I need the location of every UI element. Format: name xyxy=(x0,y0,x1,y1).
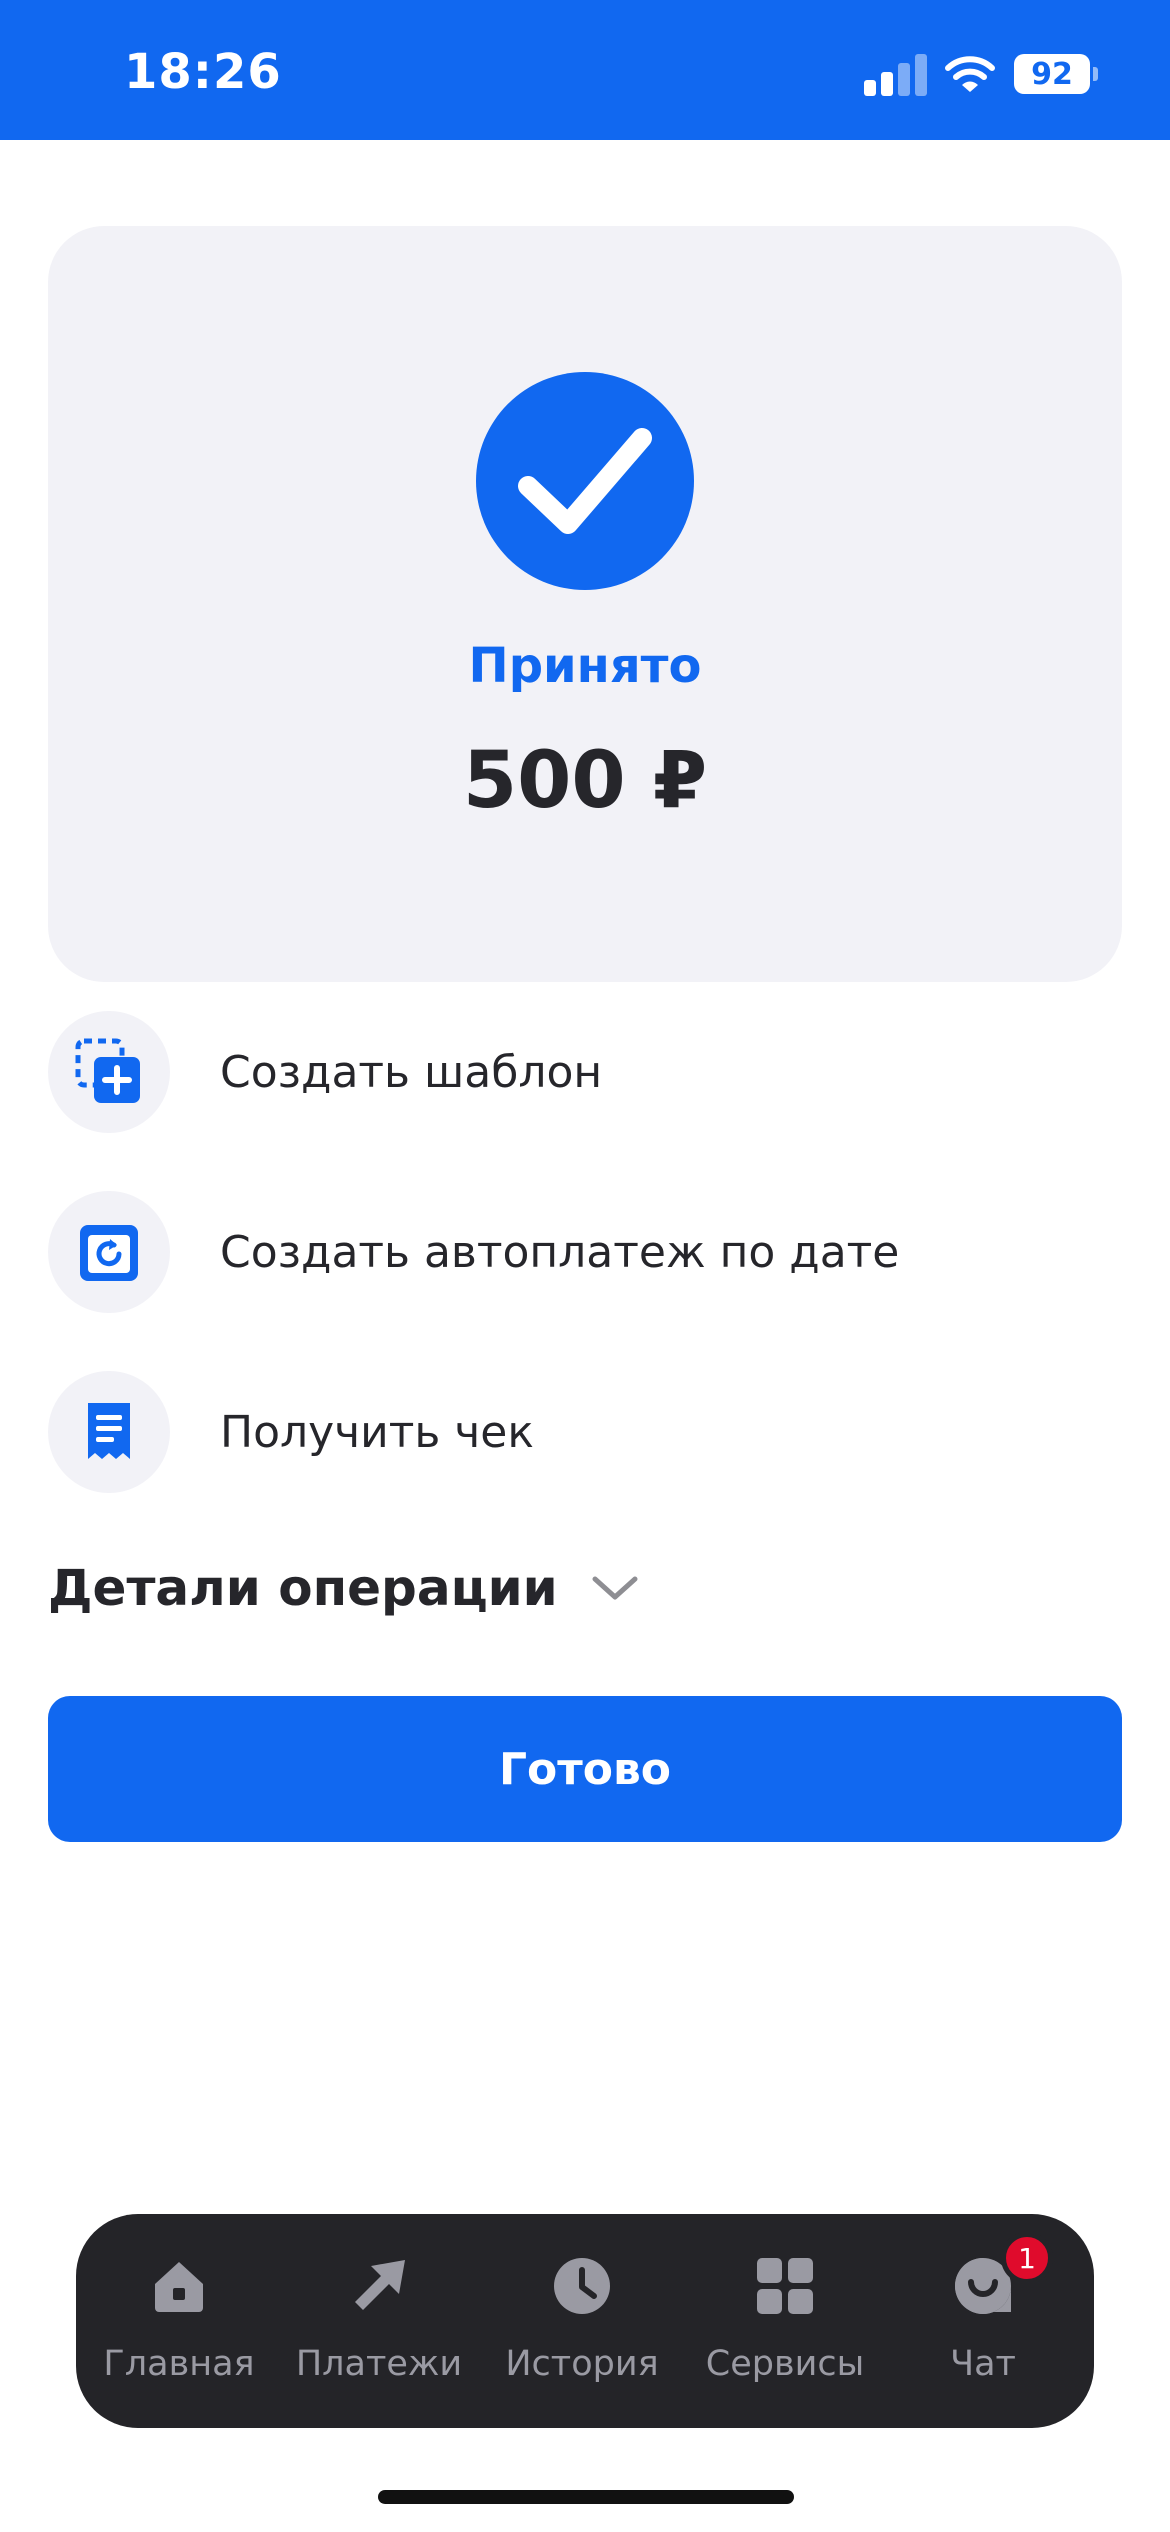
operation-details-title: Детали операции xyxy=(48,1559,558,1617)
wifi-icon xyxy=(945,56,995,92)
status-icons: 92 xyxy=(864,52,1098,96)
tab-chat[interactable]: 1 Чат xyxy=(883,2214,1083,2428)
tab-home[interactable]: Главная xyxy=(79,2214,279,2428)
payment-result-screen: 18:26 92 Принято 500 ₽ Создать шаблон Со… xyxy=(0,0,1170,2532)
tab-bar: Главная Платежи История Сервисы 1 Чат xyxy=(76,2214,1094,2428)
get-receipt-label: Получить чек xyxy=(220,1406,534,1458)
create-template-label: Создать шаблон xyxy=(220,1046,603,1098)
done-button[interactable]: Готово xyxy=(48,1696,1122,1842)
grid-icon xyxy=(757,2258,813,2314)
create-autopay-label: Создать автоплатеж по дате xyxy=(220,1226,900,1278)
status-time: 18:26 xyxy=(124,44,282,100)
create-template-button[interactable]: Создать шаблон xyxy=(48,1010,1122,1134)
home-indicator xyxy=(378,2490,794,2504)
tab-history[interactable]: История xyxy=(482,2214,682,2428)
home-icon xyxy=(155,2262,203,2312)
tab-payments[interactable]: Платежи xyxy=(279,2214,479,2428)
template-add-icon xyxy=(48,1011,170,1133)
tab-chat-label: Чат xyxy=(950,2344,1016,2384)
result-status: Принято xyxy=(468,638,702,694)
cellular-signal-icon xyxy=(864,52,927,96)
status-bar: 18:26 92 xyxy=(0,0,1170,140)
battery-level: 92 xyxy=(1031,56,1073,92)
tab-services-label: Сервисы xyxy=(705,2344,865,2384)
battery-icon: 92 xyxy=(1014,54,1098,94)
chat-unread-badge: 1 xyxy=(1001,2232,1053,2284)
tab-home-label: Главная xyxy=(103,2344,255,2384)
result-card: Принято 500 ₽ xyxy=(48,226,1122,982)
result-amount: 500 ₽ xyxy=(462,736,708,826)
tab-payments-label: Платежи xyxy=(295,2344,463,2384)
tab-history-label: История xyxy=(505,2344,659,2384)
tab-services[interactable]: Сервисы xyxy=(685,2214,885,2428)
payments-arrow-icon xyxy=(355,2260,405,2310)
receipt-icon xyxy=(48,1371,170,1493)
create-autopay-button[interactable]: Создать автоплатеж по дате xyxy=(48,1190,1122,1314)
chevron-down-icon xyxy=(592,1576,638,1600)
clock-icon xyxy=(554,2258,610,2314)
operation-details-toggle[interactable]: Детали операции xyxy=(48,1552,640,1624)
checkmark-icon xyxy=(476,372,694,590)
get-receipt-button[interactable]: Получить чек xyxy=(48,1370,1122,1494)
autopay-calendar-icon xyxy=(48,1191,170,1313)
